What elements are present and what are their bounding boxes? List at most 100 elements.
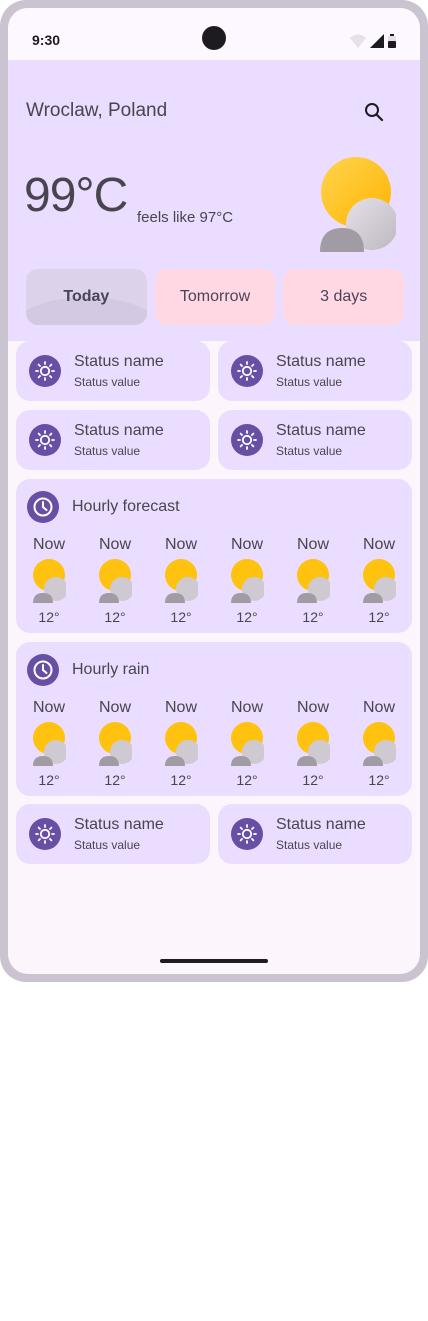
hour-label: Now <box>32 699 65 716</box>
hourly-item: Now 12° <box>288 535 338 625</box>
sun-cloud-icon <box>231 559 264 603</box>
status-name: Status name <box>74 353 164 370</box>
sun-cloud-icon <box>33 722 66 766</box>
status-name: Status name <box>74 422 164 439</box>
status-value: Status value <box>276 444 343 458</box>
hourly-forecast-card: Hourly forecast Now 12° Now 12° Now 12° Now… <box>16 479 412 633</box>
location-title: Wroclaw, Poland <box>26 100 168 121</box>
status-time: 9:30 <box>32 32 61 48</box>
hour-label: Now <box>230 536 263 553</box>
sun-cloud-icon <box>363 722 396 766</box>
status-card[interactable]: Status name Status value <box>16 341 210 401</box>
hourly-item: Now 12° <box>288 698 338 788</box>
status-name: Status name <box>276 816 366 833</box>
status-card[interactable]: Status name Status value <box>218 410 412 470</box>
status-name: Status name <box>276 353 366 370</box>
sun-cloud-icon <box>99 722 132 766</box>
hour-label: Now <box>230 699 263 716</box>
hour-temperature: 12° <box>170 609 192 625</box>
hour-temperature: 12° <box>302 609 324 625</box>
sun-icon <box>231 818 263 850</box>
hour-label: Now <box>164 536 197 553</box>
hour-temperature: 12° <box>302 772 324 788</box>
sun-cloud-icon <box>363 559 396 603</box>
hourly-item: Now 12° <box>24 535 74 625</box>
status-value: Status value <box>74 375 141 389</box>
weather-header: Wroclaw, Poland 99°C feels like 97°C Tod… <box>8 60 420 341</box>
sun-cloud-icon <box>320 157 396 252</box>
hour-label: Now <box>296 699 329 716</box>
hour-temperature: 12° <box>236 772 258 788</box>
hour-temperature: 12° <box>38 772 60 788</box>
hourly-forecast-title: Hourly forecast <box>72 498 180 515</box>
sun-icon <box>231 424 263 456</box>
home-indicator[interactable] <box>160 959 268 963</box>
sun-icon <box>231 355 263 387</box>
status-value: Status value <box>74 838 141 852</box>
camera-cutout <box>202 26 226 50</box>
hourly-item: Now 12° <box>156 698 206 788</box>
hour-label: Now <box>362 699 395 716</box>
hour-label: Now <box>362 536 395 553</box>
sun-cloud-icon <box>99 559 132 603</box>
sun-icon <box>29 355 61 387</box>
hourly-rain-title: Hourly rain <box>72 661 150 678</box>
status-name: Status name <box>74 816 164 833</box>
hourly-item: Now 12° <box>156 535 206 625</box>
hour-temperature: 12° <box>170 772 192 788</box>
hourly-item: Now 12° <box>90 698 140 788</box>
hour-temperature: 12° <box>236 609 258 625</box>
status-card[interactable]: Status name Status value <box>16 410 210 470</box>
hourly-item: Now 12° <box>354 535 404 625</box>
status-bar: 9:30 <box>8 8 420 60</box>
hour-temperature: 12° <box>104 772 126 788</box>
sun-cloud-icon <box>165 559 198 603</box>
status-value: Status value <box>74 444 141 458</box>
search-icon <box>365 103 384 122</box>
hour-temperature: 12° <box>368 609 390 625</box>
signal-icon <box>370 34 384 48</box>
hour-temperature: 12° <box>38 609 60 625</box>
screen: 9:30 Wroclaw, Poland 99°C feels like 97°… <box>8 8 420 974</box>
status-name: Status name <box>276 422 366 439</box>
hourly-item: Now 12° <box>354 698 404 788</box>
tab-today[interactable]: Today <box>26 269 147 325</box>
hourly-forecast-list: Now 12° Now 12° Now 12° Now 12° Now 12° Now 12… <box>24 535 404 625</box>
hourly-item: Now 12° <box>24 698 74 788</box>
clock-icon <box>27 491 59 523</box>
clock-icon <box>27 654 59 686</box>
status-value: Status value <box>276 375 343 389</box>
sun-cloud-icon <box>297 722 330 766</box>
sun-cloud-icon <box>231 722 264 766</box>
hour-label: Now <box>164 699 197 716</box>
status-card[interactable]: Status name Status value <box>16 804 210 864</box>
sun-cloud-icon <box>297 559 330 603</box>
status-value: Status value <box>276 838 343 852</box>
status-card[interactable]: Status name Status value <box>218 341 412 401</box>
hour-temperature: 12° <box>368 772 390 788</box>
hourly-item: Now 12° <box>222 698 272 788</box>
sun-cloud-icon <box>33 559 66 603</box>
hourly-rain-card: Hourly rain Now 12° Now 12° Now 12° Now 12° … <box>16 642 412 796</box>
sun-cloud-icon <box>165 722 198 766</box>
wifi-icon <box>350 34 366 48</box>
hourly-item: Now 12° <box>222 535 272 625</box>
hour-label: Now <box>98 699 131 716</box>
feels-like: feels like 97°C <box>137 209 234 226</box>
hour-label: Now <box>98 536 131 553</box>
phone-frame: 9:30 Wroclaw, Poland 99°C feels like 97°… <box>0 0 428 982</box>
tab-tomorrow[interactable]: Tomorrow <box>154 269 276 325</box>
hour-temperature: 12° <box>104 609 126 625</box>
status-card[interactable]: Status name Status value <box>218 804 412 864</box>
search-button[interactable] <box>360 98 388 126</box>
sun-icon <box>29 424 61 456</box>
battery-icon <box>388 34 396 48</box>
hourly-rain-list: Now 12° Now 12° Now 12° Now 12° Now 12° Now 12… <box>24 698 404 788</box>
hour-label: Now <box>32 536 65 553</box>
status-icons <box>350 33 396 49</box>
current-temperature: 99°C <box>24 169 128 222</box>
hourly-item: Now 12° <box>90 535 140 625</box>
hour-label: Now <box>296 536 329 553</box>
tab-3-days[interactable]: 3 days <box>283 269 405 325</box>
sun-icon <box>29 818 61 850</box>
